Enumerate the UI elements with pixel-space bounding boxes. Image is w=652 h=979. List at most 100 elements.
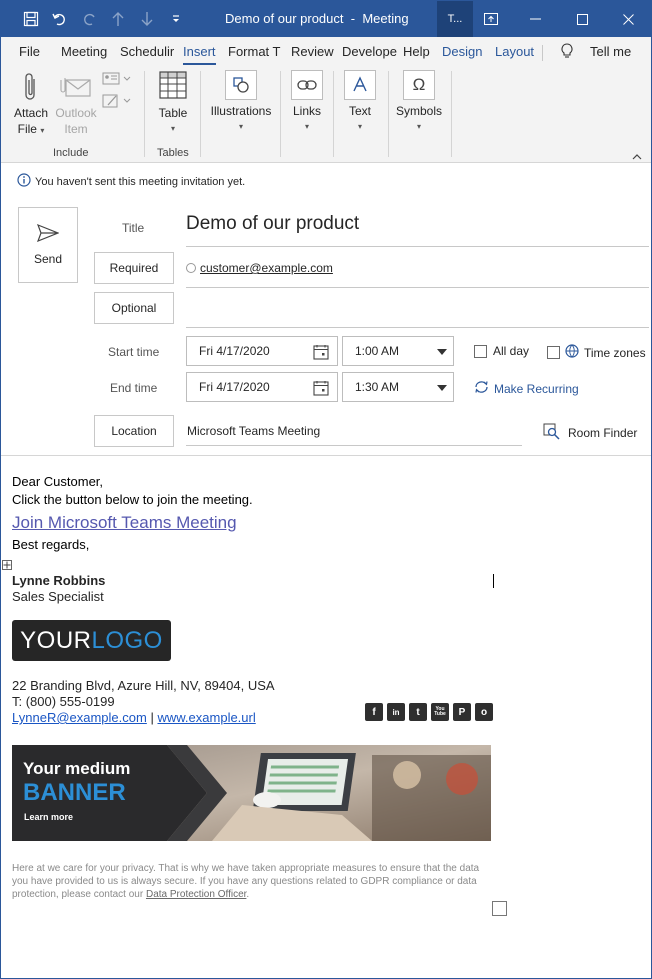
ribbon-display-options-icon[interactable] xyxy=(468,1,514,37)
resize-handle[interactable] xyxy=(492,901,507,916)
instagram-icon[interactable]: o xyxy=(475,703,493,721)
tab-format-text[interactable]: Format T xyxy=(228,44,281,59)
start-date-picker[interactable]: Fri 4/17/2020 xyxy=(186,336,338,366)
tab-file[interactable]: File xyxy=(19,44,40,59)
tab-insert[interactable]: Insert xyxy=(183,44,216,66)
start-time-dropdown[interactable]: 1:00 AM xyxy=(342,336,454,366)
redo-icon[interactable] xyxy=(79,9,99,29)
signature-phone: T: (800) 555-0199 xyxy=(12,694,115,709)
links-label: Links xyxy=(292,104,321,118)
checkbox-icon[interactable] xyxy=(474,344,487,358)
text-cursor xyxy=(493,574,494,588)
close-icon[interactable] xyxy=(605,1,651,37)
illustrations-label: Illustrations xyxy=(210,104,272,118)
privacy-notice: Here at we care for your privacy. That i… xyxy=(12,862,492,901)
company-logo: YOUR LOGO xyxy=(12,620,171,661)
outlook-item-button[interactable]: Outlook Item xyxy=(53,71,99,137)
chevron-down-icon: ▾ xyxy=(170,124,175,133)
required-button[interactable]: Required xyxy=(94,252,174,284)
ribbon-group-divider xyxy=(144,71,145,157)
links-button[interactable]: Links ▾ xyxy=(287,70,327,135)
data-protection-officer-link[interactable]: Data Protection Officer xyxy=(146,889,246,900)
linkedin-icon[interactable]: in xyxy=(387,703,405,721)
calendar-icon[interactable] xyxy=(313,344,329,363)
end-time-label: End time xyxy=(110,381,158,395)
time-zones-label: Time zones xyxy=(584,345,646,360)
promo-banner[interactable]: Your medium BANNER Learn more xyxy=(12,745,491,841)
tab-help[interactable]: Help xyxy=(403,44,430,59)
business-card-icon[interactable] xyxy=(102,71,132,90)
tab-meeting[interactable]: Meeting xyxy=(61,44,107,59)
join-teams-meeting-link[interactable]: Join Microsoft Teams Meeting xyxy=(12,513,237,533)
text-label: Text xyxy=(348,104,371,118)
ribbon-group-divider xyxy=(280,71,281,157)
youtube-icon[interactable]: You Tube xyxy=(431,703,449,721)
time-zones-toggle[interactable]: Time zones xyxy=(547,344,646,361)
ribbon-panel: Attach File ▾ Outlook Item Include Table… xyxy=(1,65,651,163)
save-icon[interactable] xyxy=(21,9,41,29)
table-move-handle-icon[interactable] xyxy=(2,559,12,573)
minimize-icon[interactable] xyxy=(513,1,559,37)
symbols-label: Symbols xyxy=(395,104,442,118)
signature-position: Sales Specialist xyxy=(12,589,104,604)
signature-icon[interactable] xyxy=(102,93,132,112)
banner-line2: BANNER xyxy=(23,779,126,806)
chevron-down-icon: ▾ xyxy=(40,126,45,135)
tab-design[interactable]: Design xyxy=(442,44,482,59)
group-label-include: Include xyxy=(53,147,89,159)
twitter-icon[interactable]: t xyxy=(409,703,427,721)
optional-attendees-field[interactable] xyxy=(186,293,649,325)
undo-icon[interactable] xyxy=(50,9,70,29)
room-finder-button[interactable]: Room Finder xyxy=(543,423,637,443)
info-bar: You haven't sent this meeting invitation… xyxy=(17,173,245,190)
paperclip-icon xyxy=(11,71,51,105)
calendar-icon[interactable] xyxy=(313,380,329,399)
required-attendee-email[interactable]: customer@example.com xyxy=(200,261,333,275)
optional-button[interactable]: Optional xyxy=(94,292,174,324)
tab-scheduling[interactable]: Schedulir xyxy=(120,44,174,59)
location-underline xyxy=(186,445,522,446)
optional-underline xyxy=(186,327,649,328)
tell-me-search[interactable]: Tell me xyxy=(590,44,631,59)
banner-learn-more[interactable]: Learn more xyxy=(24,812,73,822)
end-date-picker[interactable]: Fri 4/17/2020 xyxy=(186,372,338,402)
collapse-ribbon-icon[interactable] xyxy=(632,149,642,163)
arrow-down-icon[interactable] xyxy=(137,9,157,29)
all-day-checkbox[interactable]: All day xyxy=(474,344,529,358)
customize-toolbar-icon[interactable] xyxy=(166,9,186,29)
form-body-divider xyxy=(1,455,651,456)
globe-clock-icon xyxy=(565,344,579,361)
send-button[interactable]: Send xyxy=(18,207,78,283)
signature-email-link[interactable]: LynneR@example.com xyxy=(12,710,147,725)
closing-text: Best regards, xyxy=(12,537,90,552)
tab-developer[interactable]: Develope xyxy=(342,44,397,59)
dropdown-arrow-icon xyxy=(437,385,447,391)
arrow-up-icon[interactable] xyxy=(108,9,128,29)
location-button[interactable]: Location xyxy=(94,415,174,447)
link-icon xyxy=(291,70,323,100)
window-title: Demo of our product - Meeting xyxy=(225,11,409,26)
tab-review[interactable]: Review xyxy=(291,44,334,59)
chevron-down-icon: ▾ xyxy=(238,122,243,131)
symbols-button[interactable]: Ω Symbols ▾ xyxy=(394,70,444,135)
pinterest-icon[interactable]: P xyxy=(453,703,471,721)
text-button[interactable]: Text ▾ xyxy=(340,70,380,135)
illustrations-button[interactable]: Illustrations ▾ xyxy=(206,70,276,135)
make-recurring-button[interactable]: Make Recurring xyxy=(474,380,579,397)
attach-file-label-line1: Attach xyxy=(13,106,49,120)
maximize-icon[interactable] xyxy=(559,1,605,37)
attach-file-button[interactable]: Attach File ▾ xyxy=(11,71,51,139)
table-button[interactable]: Table ▾ xyxy=(153,71,193,137)
checkbox-icon[interactable] xyxy=(547,346,560,359)
tab-layout[interactable]: Layout xyxy=(495,44,534,59)
title-field[interactable]: Demo of our product xyxy=(186,213,359,235)
end-time-dropdown[interactable]: 1:30 AM xyxy=(342,372,454,402)
title-bar: Demo of our product - Meeting T... xyxy=(1,1,651,37)
location-field[interactable]: Microsoft Teams Meeting xyxy=(187,424,320,438)
envelope-attach-icon xyxy=(53,71,99,105)
send-icon xyxy=(19,224,77,242)
facebook-icon[interactable]: f xyxy=(365,703,383,721)
required-attendees-field[interactable]: customer@example.com xyxy=(186,261,333,275)
signature-website-link[interactable]: www.example.url xyxy=(157,710,255,725)
chevron-down-icon: ▾ xyxy=(304,122,309,131)
